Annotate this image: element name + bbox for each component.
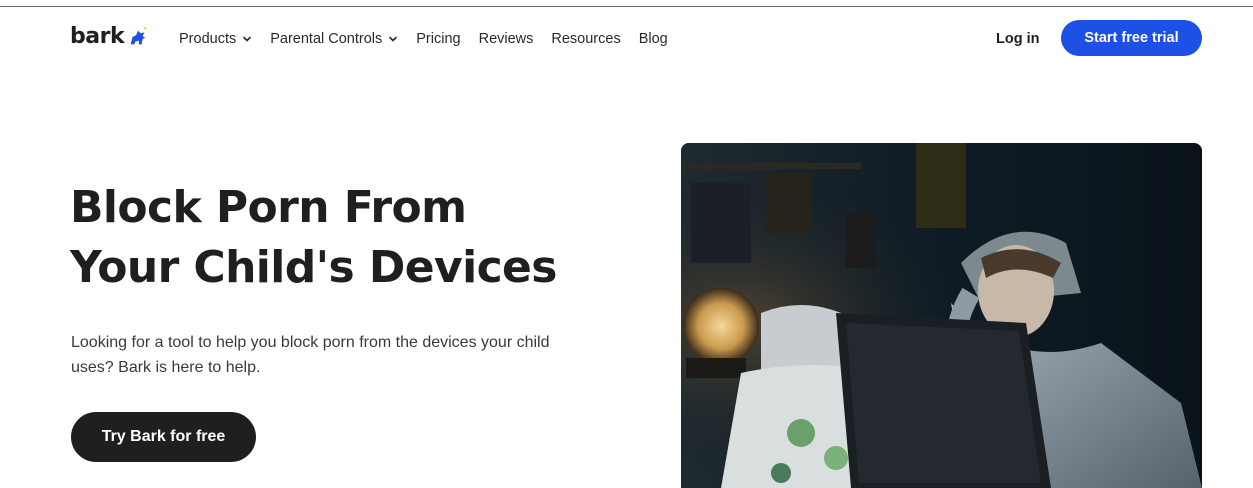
nav-item-products[interactable]: Products: [179, 30, 252, 48]
brand-logo[interactable]: bark: [70, 26, 149, 48]
hero-description: Looking for a tool to help you block por…: [71, 334, 550, 376]
main-nav: Products Parental Controls Pricing Revie…: [179, 30, 686, 48]
page-title-line-2: Your Child's Devices: [70, 242, 557, 293]
nav-item-reviews[interactable]: Reviews: [479, 30, 534, 48]
hero-photo: [681, 143, 1202, 488]
page-title-line-1: Block Porn From: [70, 182, 467, 233]
nav-item-pricing[interactable]: Pricing: [416, 30, 460, 48]
brand-name: bark: [70, 24, 125, 49]
nav-item-label: Pricing: [416, 31, 461, 47]
nav-item-label: Products: [179, 31, 237, 47]
chevron-down-icon: [389, 36, 398, 42]
nav-item-blog[interactable]: Blog: [639, 30, 668, 48]
teen-with-laptop-illustration: [681, 143, 1202, 488]
bark-dog-logo-icon: [130, 26, 147, 45]
nav-item-parental-controls[interactable]: Parental Controls: [270, 30, 398, 48]
try-bark-button[interactable]: Try Bark for free: [71, 412, 256, 462]
start-free-trial-button[interactable]: Start free trial: [1061, 20, 1202, 56]
site-header: bark Products Parental Controls Pricing …: [0, 7, 1253, 71]
chevron-down-icon: [243, 36, 252, 42]
nav-item-label: Parental Controls: [270, 31, 383, 47]
nav-item-label: Reviews: [478, 31, 534, 47]
nav-item-resources[interactable]: Resources: [551, 30, 620, 48]
page-title: Block Porn From Your Child's Devices: [70, 178, 630, 298]
nav-item-label: Blog: [638, 31, 668, 47]
login-link[interactable]: Log in: [996, 30, 1040, 48]
nav-item-label: Resources: [551, 31, 621, 47]
